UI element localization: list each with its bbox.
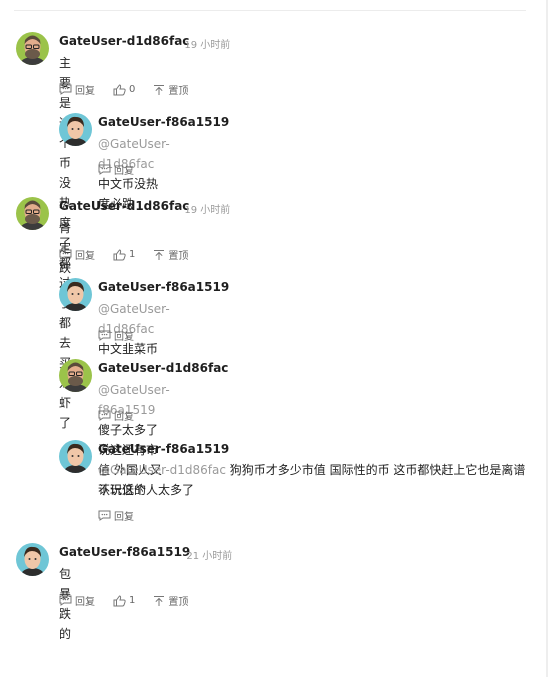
like-count: 1 bbox=[129, 595, 136, 606]
like-count: 0 bbox=[129, 84, 136, 95]
reply-button[interactable]: 回复 bbox=[98, 408, 134, 423]
reply-icon bbox=[98, 510, 111, 521]
comment-actions: 回复 1 置顶 bbox=[59, 247, 206, 262]
avatar[interactable] bbox=[59, 113, 92, 146]
reply-actions: 回复 bbox=[98, 328, 152, 343]
like-icon bbox=[113, 594, 126, 606]
reply-icon bbox=[59, 595, 72, 606]
pin-label: 置顶 bbox=[168, 597, 189, 608]
like-button[interactable]: 1 bbox=[113, 248, 136, 261]
like-button[interactable]: 1 bbox=[113, 594, 136, 607]
reply-actions: 回复 bbox=[98, 508, 152, 523]
user-avatar-icon bbox=[59, 359, 92, 392]
reply-button[interactable]: 回复 bbox=[98, 508, 134, 523]
reply-icon bbox=[98, 164, 111, 175]
reply-username[interactable]: GateUser-f86a1519 bbox=[98, 442, 229, 456]
avatar[interactable] bbox=[59, 359, 92, 392]
pin-icon bbox=[154, 595, 165, 606]
user-avatar-icon bbox=[59, 113, 92, 146]
user-avatar-icon bbox=[16, 543, 49, 576]
like-icon bbox=[113, 83, 126, 95]
like-count: 1 bbox=[129, 249, 136, 260]
user-avatar-icon bbox=[16, 32, 49, 65]
pin-label: 置顶 bbox=[168, 251, 189, 262]
comment-username[interactable]: GateUser-d1d86fac bbox=[59, 199, 189, 213]
reply-button[interactable]: 回复 bbox=[59, 593, 95, 608]
reply-text: @GateUser-d1d86fac 狗狗币才多少市值 国际性的币 这币都快赶上… bbox=[98, 460, 530, 500]
comment-actions: 回复 1 置顶 bbox=[59, 593, 206, 608]
avatar[interactable] bbox=[16, 543, 49, 576]
reply-label: 回复 bbox=[75, 251, 95, 262]
reply-actions: 回复 bbox=[98, 162, 152, 177]
pin-button[interactable]: 置顶 bbox=[153, 247, 188, 262]
avatar[interactable] bbox=[59, 278, 92, 311]
reply-label: 回复 bbox=[114, 512, 134, 523]
user-avatar-icon bbox=[59, 278, 92, 311]
comment-time: · 21 小时前 bbox=[180, 551, 233, 562]
reply-button[interactable]: 回复 bbox=[59, 82, 95, 97]
comment-actions: 回复 0 置顶 bbox=[59, 82, 206, 97]
reply-label: 回复 bbox=[75, 86, 95, 97]
reply-icon bbox=[59, 249, 72, 260]
reply-icon bbox=[98, 330, 111, 341]
reply-button[interactable]: 回复 bbox=[98, 162, 134, 177]
pin-button[interactable]: 置顶 bbox=[153, 593, 188, 608]
comment-username[interactable]: GateUser-d1d86fac bbox=[59, 34, 189, 48]
user-avatar-icon bbox=[59, 440, 92, 473]
reply-text-content: 中文韭菜币 bbox=[98, 342, 159, 356]
reply-label: 回复 bbox=[114, 166, 134, 177]
avatar[interactable] bbox=[59, 440, 92, 473]
like-button[interactable]: 0 bbox=[113, 83, 136, 96]
pin-icon bbox=[154, 249, 165, 260]
pin-icon bbox=[154, 84, 165, 95]
avatar[interactable] bbox=[16, 197, 49, 230]
reply-button[interactable]: 回复 bbox=[59, 247, 95, 262]
pin-button[interactable]: 置顶 bbox=[153, 82, 188, 97]
top-divider bbox=[14, 10, 526, 11]
comment-time: · 19 小时前 bbox=[178, 205, 231, 216]
avatar[interactable] bbox=[16, 32, 49, 65]
comment-username[interactable]: GateUser-f86a1519 bbox=[59, 545, 190, 559]
reply-button[interactable]: 回复 bbox=[98, 328, 134, 343]
reply-username[interactable]: GateUser-f86a1519 bbox=[98, 280, 229, 294]
reply-label: 回复 bbox=[75, 597, 95, 608]
reply-actions: 回复 bbox=[98, 408, 152, 423]
user-avatar-icon bbox=[16, 197, 49, 230]
comment-time: · 19 小时前 bbox=[178, 40, 231, 51]
reply-icon bbox=[59, 84, 72, 95]
like-icon bbox=[113, 248, 126, 260]
reply-label: 回复 bbox=[114, 332, 134, 343]
reply-icon bbox=[98, 410, 111, 421]
reply-username[interactable]: GateUser-f86a1519 bbox=[98, 115, 229, 129]
pin-label: 置顶 bbox=[168, 86, 189, 97]
mention-link[interactable]: @GateUser-d1d86fac bbox=[98, 463, 226, 477]
reply-username[interactable]: GateUser-d1d86fac bbox=[98, 361, 228, 375]
reply-label: 回复 bbox=[114, 412, 134, 423]
